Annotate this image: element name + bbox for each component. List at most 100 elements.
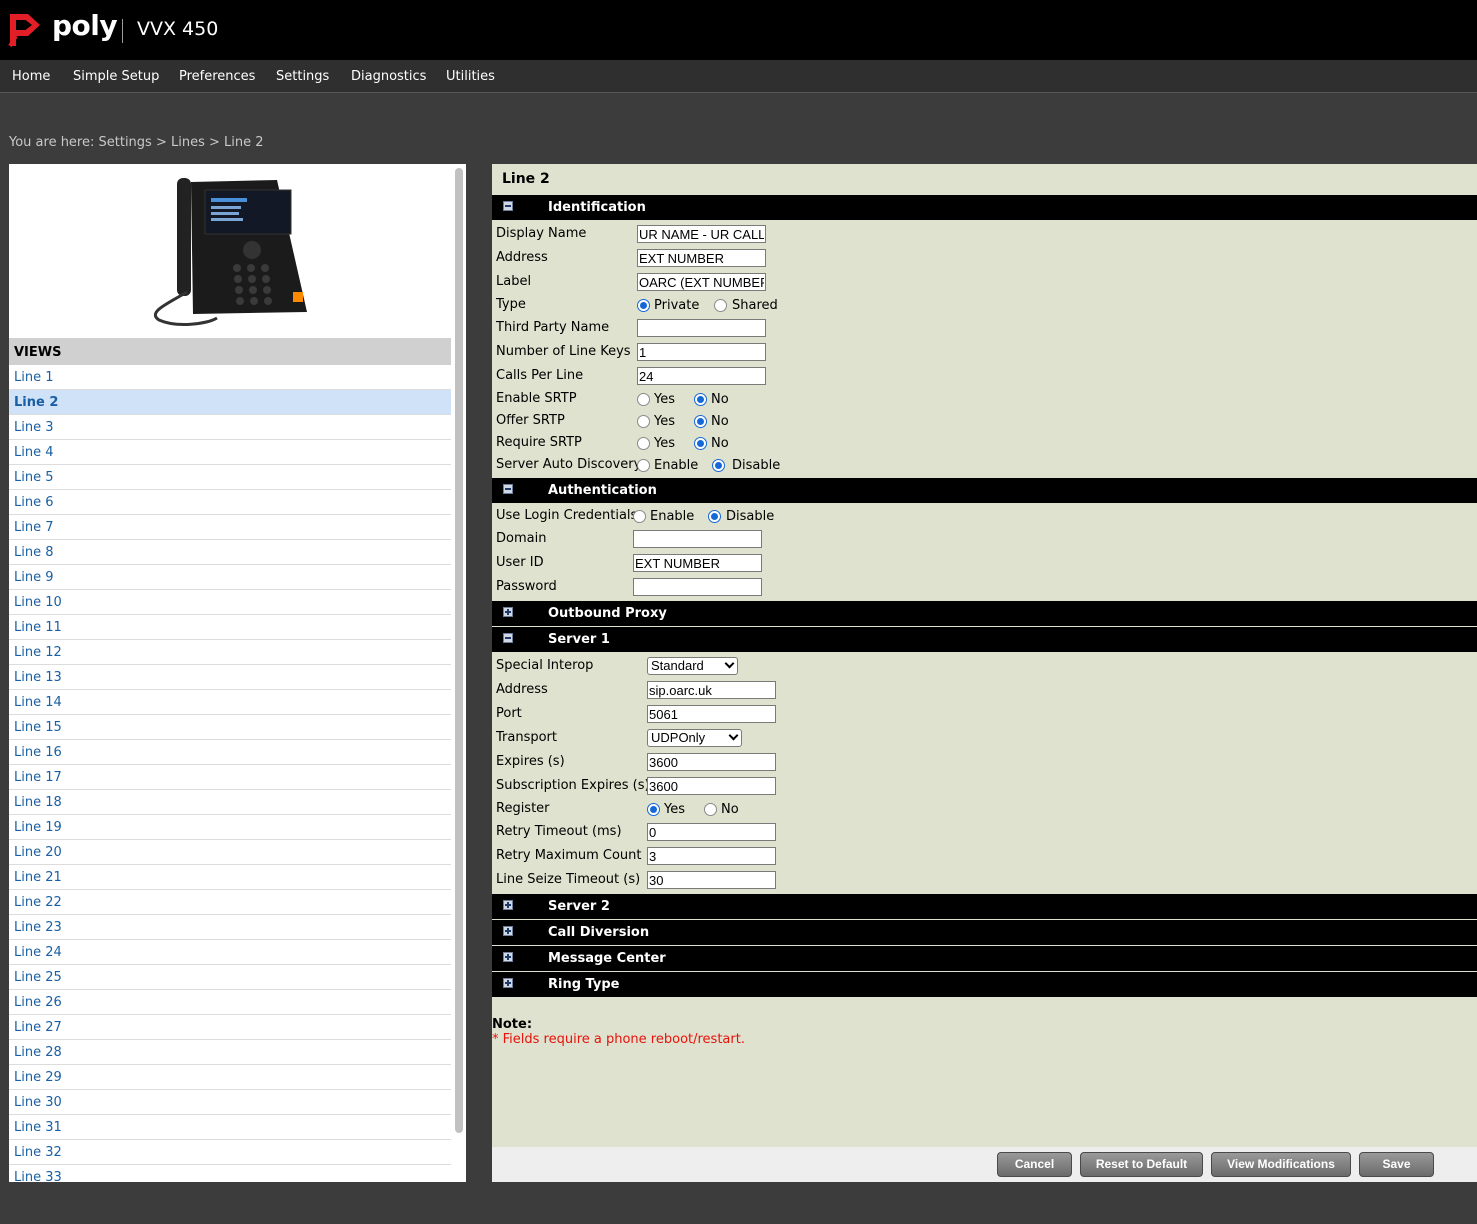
require-srtp-yes-label: Yes <box>654 436 675 451</box>
section-label: Server 2 <box>548 899 610 914</box>
sidebar-item-line-5[interactable]: Line 5 <box>9 465 451 490</box>
section-identification[interactable]: Identification <box>492 195 1477 220</box>
section-label: Authentication <box>548 483 657 498</box>
server-auto-enable-radio[interactable] <box>637 459 650 472</box>
sidebar-item-line-7[interactable]: Line 7 <box>9 515 451 540</box>
nav-diagnostics[interactable]: Diagnostics <box>351 69 426 84</box>
label-input[interactable] <box>637 273 766 291</box>
use-login-disable-radio[interactable] <box>708 510 721 523</box>
sidebar-item-line-16[interactable]: Line 16 <box>9 740 451 765</box>
type-shared-radio[interactable] <box>714 299 727 312</box>
third-party-input[interactable] <box>637 319 766 337</box>
collapse-icon[interactable] <box>503 201 513 211</box>
sidebar-scrollbar[interactable] <box>455 168 463 1133</box>
sidebar-item-line-31[interactable]: Line 31 <box>9 1115 451 1140</box>
subscription-expires-input[interactable] <box>647 777 776 795</box>
retry-max-input[interactable] <box>647 847 776 865</box>
nav-settings[interactable]: Settings <box>276 69 329 84</box>
sidebar-item-line-32[interactable]: Line 32 <box>9 1140 451 1165</box>
server-auto-disable-radio[interactable] <box>712 459 725 472</box>
sidebar-item-line-20[interactable]: Line 20 <box>9 840 451 865</box>
require-srtp-yes-radio[interactable] <box>637 437 650 450</box>
sidebar-item-line-15[interactable]: Line 15 <box>9 715 451 740</box>
sidebar-item-line-29[interactable]: Line 29 <box>9 1065 451 1090</box>
sidebar-item-line-30[interactable]: Line 30 <box>9 1090 451 1115</box>
display-name-input[interactable] <box>637 225 766 243</box>
sidebar-item-line-22[interactable]: Line 22 <box>9 890 451 915</box>
expand-icon[interactable] <box>503 900 513 910</box>
sidebar-item-line-13[interactable]: Line 13 <box>9 665 451 690</box>
sidebar-item-line-26[interactable]: Line 26 <box>9 990 451 1015</box>
section-outbound-proxy[interactable]: Outbound Proxy <box>492 601 1477 626</box>
section-server-1[interactable]: Server 1 <box>492 627 1477 652</box>
expand-icon[interactable] <box>503 607 513 617</box>
password-label: Password <box>496 579 557 594</box>
sidebar-item-line-25[interactable]: Line 25 <box>9 965 451 990</box>
sidebar-item-line-18[interactable]: Line 18 <box>9 790 451 815</box>
sidebar-item-line-21[interactable]: Line 21 <box>9 865 451 890</box>
type-private-radio[interactable] <box>637 299 650 312</box>
sidebar-item-line-17[interactable]: Line 17 <box>9 765 451 790</box>
calls-per-line-label: Calls Per Line <box>496 368 584 383</box>
expand-icon[interactable] <box>503 926 513 936</box>
expand-icon[interactable] <box>503 978 513 988</box>
expand-icon[interactable] <box>503 952 513 962</box>
collapse-icon[interactable] <box>503 484 513 494</box>
section-call-diversion[interactable]: Call Diversion <box>492 920 1477 945</box>
use-login-enable-radio[interactable] <box>633 510 646 523</box>
sidebar-item-line-3[interactable]: Line 3 <box>9 415 451 440</box>
port-input[interactable] <box>647 705 776 723</box>
sidebar-item-line-33[interactable]: Line 33 <box>9 1165 451 1182</box>
view-modifications-button[interactable]: View Modifications <box>1211 1152 1351 1177</box>
section-message-center[interactable]: Message Center <box>492 946 1477 971</box>
register-no-radio[interactable] <box>704 803 717 816</box>
calls-per-line-input[interactable] <box>637 367 766 385</box>
cancel-button[interactable]: Cancel <box>997 1152 1072 1177</box>
reset-to-default-button[interactable]: Reset to Default <box>1080 1152 1203 1177</box>
sidebar-item-line-9[interactable]: Line 9 <box>9 565 451 590</box>
line-seize-timeout-input[interactable] <box>647 871 776 889</box>
domain-input[interactable] <box>633 530 762 548</box>
sidebar-item-line-23[interactable]: Line 23 <box>9 915 451 940</box>
sidebar-item-line-28[interactable]: Line 28 <box>9 1040 451 1065</box>
sidebar-item-line-10[interactable]: Line 10 <box>9 590 451 615</box>
sidebar-item-line-8[interactable]: Line 8 <box>9 540 451 565</box>
special-interop-select[interactable]: Standard <box>647 657 738 675</box>
retry-max-label: Retry Maximum Count <box>496 848 642 863</box>
section-authentication[interactable]: Authentication <box>492 478 1477 503</box>
sidebar-item-line-19[interactable]: Line 19 <box>9 815 451 840</box>
section-server-2[interactable]: Server 2 <box>492 894 1477 919</box>
sidebar-item-line-4[interactable]: Line 4 <box>9 440 451 465</box>
expires-input[interactable] <box>647 753 776 771</box>
sidebar-item-line-11[interactable]: Line 11 <box>9 615 451 640</box>
nav-preferences[interactable]: Preferences <box>179 69 255 84</box>
nav-simple-setup[interactable]: Simple Setup <box>73 69 159 84</box>
enable-srtp-no-radio[interactable] <box>694 393 707 406</box>
section-ring-type[interactable]: Ring Type <box>492 972 1477 997</box>
offer-srtp-no-radio[interactable] <box>694 415 707 428</box>
user-id-input[interactable] <box>633 554 762 572</box>
server-address-input[interactable] <box>647 681 776 699</box>
transport-select[interactable]: UDPOnly <box>647 729 742 747</box>
sidebar-item-line-24[interactable]: Line 24 <box>9 940 451 965</box>
sidebar-item-line-12[interactable]: Line 12 <box>9 640 451 665</box>
nav-utilities[interactable]: Utilities <box>446 69 495 84</box>
offer-srtp-yes-radio[interactable] <box>637 415 650 428</box>
display-name-label: Display Name <box>496 226 587 241</box>
sidebar-item-line-6[interactable]: Line 6 <box>9 490 451 515</box>
retry-timeout-label: Retry Timeout (ms) <box>496 824 622 839</box>
register-yes-radio[interactable] <box>647 803 660 816</box>
nav-home[interactable]: Home <box>12 69 50 84</box>
line-keys-input[interactable] <box>637 343 766 361</box>
address-input[interactable] <box>637 249 766 267</box>
retry-timeout-input[interactable] <box>647 823 776 841</box>
sidebar-item-line-1[interactable]: Line 1 <box>9 365 451 390</box>
collapse-icon[interactable] <box>503 633 513 643</box>
save-button[interactable]: Save <box>1359 1152 1434 1177</box>
sidebar-item-line-27[interactable]: Line 27 <box>9 1015 451 1040</box>
password-input[interactable] <box>633 578 762 596</box>
enable-srtp-yes-radio[interactable] <box>637 393 650 406</box>
require-srtp-no-radio[interactable] <box>694 437 707 450</box>
sidebar-item-line-14[interactable]: Line 14 <box>9 690 451 715</box>
sidebar-item-line-2[interactable]: Line 2 <box>9 390 451 415</box>
